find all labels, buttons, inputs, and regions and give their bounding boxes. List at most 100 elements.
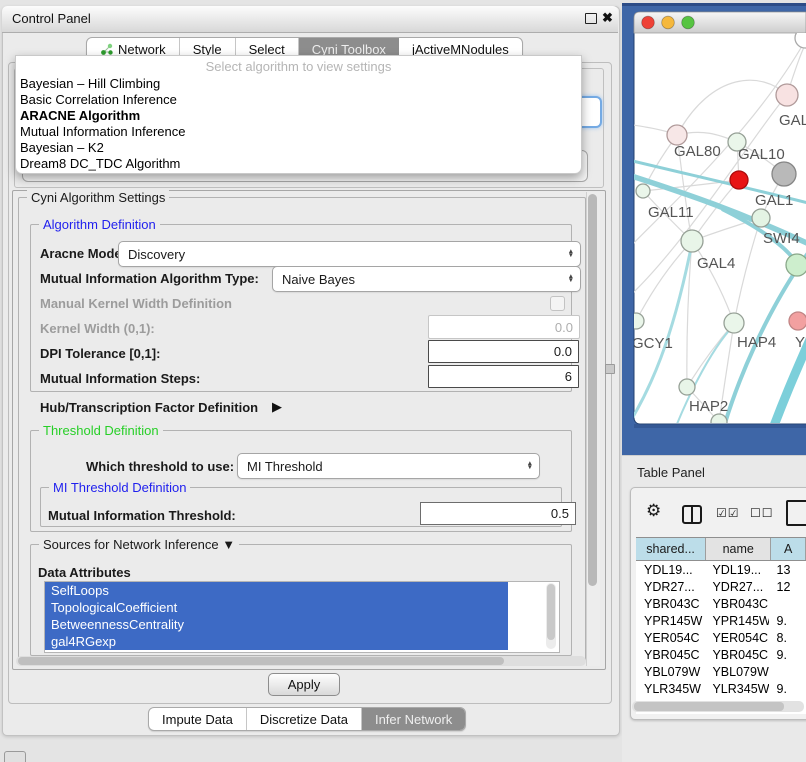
table-row[interactable]: YPR145WYPR145W9. (636, 612, 806, 629)
zoom-traffic-light[interactable] (682, 16, 695, 29)
node-hap2[interactable] (679, 379, 695, 395)
tab-label: Infer Network (375, 712, 452, 727)
minimize-traffic-light[interactable] (662, 16, 675, 29)
table-cell: YPR145W (636, 612, 704, 629)
data-attributes-list[interactable]: SelfLoopsTopologicalCoefficientBetweenne… (44, 581, 560, 653)
table-cell: YBR045C (636, 646, 704, 663)
settings-horizontal-scrollbar-thumb[interactable] (18, 657, 504, 665)
threshold-definition-title: Threshold Definition (39, 423, 163, 438)
table-cell: 8. (769, 629, 806, 646)
table-row[interactable]: YBR045CYBR045C9. (636, 646, 806, 663)
close-icon[interactable]: ✖ (602, 10, 613, 26)
sources-group-title[interactable]: Sources for Network Inference ▼ (39, 537, 239, 552)
node-swi4[interactable] (786, 254, 806, 276)
aracne-mode-value: Discovery (128, 247, 568, 262)
algorithm-dropdown-options: Bayesian – Hill ClimbingBasic Correlatio… (16, 76, 581, 172)
attribute-selfloops[interactable]: SelfLoops (45, 582, 508, 599)
attribute-topologicalcoefficient[interactable]: TopologicalCoefficient (45, 599, 508, 616)
column-header-shared[interactable]: shared... (636, 538, 706, 560)
table-horizontal-scrollbar-thumb[interactable] (634, 702, 784, 711)
tab-infer-network[interactable]: Infer Network (362, 708, 465, 730)
node-label-y: Y (795, 334, 805, 351)
dpi-tolerance-field[interactable]: 0.0 (428, 340, 579, 363)
table-cell: YBL079W (704, 663, 768, 680)
table-row[interactable]: YLR345WYLR345W9. (636, 680, 806, 697)
algorithm-option-bayesian-hill-climbing[interactable]: Bayesian – Hill Climbing (16, 76, 581, 92)
mutual-information-threshold-label: Mutual Information Threshold: (48, 508, 236, 523)
document-icon[interactable] (786, 500, 806, 526)
mi-threshold-definition-title: MI Threshold Definition (49, 480, 190, 495)
expand-arrow-icon[interactable]: ▶ (272, 399, 282, 415)
algorithm-option-basic-correlation-inference[interactable]: Basic Correlation Inference (16, 92, 581, 108)
attributes-list-scrollbar-thumb[interactable] (547, 584, 555, 640)
mutual-information-threshold-field[interactable]: 0.5 (420, 502, 576, 525)
node-label-gal80: GAL80 (674, 143, 721, 160)
bottom-tab-bar: Impute DataDiscretize Data Infer Network (148, 707, 466, 731)
node-pink-right[interactable] (789, 312, 806, 330)
settings-vertical-scrollbar-thumb[interactable] (588, 194, 597, 586)
table-cell: YPR145W (704, 612, 768, 629)
data-attributes-label: Data Attributes (38, 565, 131, 580)
manual-kernel-width-checkbox[interactable] (550, 296, 565, 311)
hub-transcription-factor-label: Hub/Transcription Factor Definition (40, 400, 258, 415)
mi-algorithm-type-value: Naive Bayes (282, 272, 568, 287)
split-columns-icon[interactable] (682, 505, 702, 524)
bottom-left-corner-button[interactable] (4, 751, 26, 762)
apply-button[interactable]: Apply (268, 673, 340, 696)
desktop-top-edge (622, 3, 806, 6)
close-traffic-light[interactable] (642, 16, 655, 29)
table-cell: YBR045C (704, 646, 768, 663)
node-label-swi4: SWI4 (763, 230, 800, 247)
table-cell: YBR043C (636, 595, 704, 612)
algorithm-definition-title: Algorithm Definition (39, 217, 160, 232)
node-gal11[interactable] (636, 184, 650, 198)
which-threshold-combobox[interactable]: MI Threshold ▲▼ (237, 453, 540, 479)
attribute-gal4rgexp[interactable]: gal4RGexp (45, 633, 508, 650)
mi-algorithm-type-combobox[interactable]: Naive Bayes ▲▼ (272, 266, 581, 292)
column-header-name[interactable]: name (706, 538, 771, 560)
network-icon (100, 43, 113, 56)
node-hap4[interactable] (724, 313, 744, 333)
kernel-width-field[interactable]: 0.0 (428, 315, 580, 339)
table-row[interactable]: YDL19...YDL19...13 (636, 561, 806, 578)
node-label-gal1: GAL1 (755, 192, 793, 209)
tab-impute-data[interactable]: Impute Data (149, 708, 247, 730)
algorithm-option-aracne-algorithm[interactable]: ARACNE Algorithm (16, 108, 581, 124)
algorithm-option-bayesian-k2[interactable]: Bayesian – K2 (16, 140, 581, 156)
window-shadow (634, 424, 806, 428)
node-red-node[interactable] (730, 171, 748, 189)
node-gray-node[interactable] (772, 162, 796, 186)
panel-splitter-handle[interactable] (605, 364, 615, 374)
node-gal80[interactable] (667, 125, 687, 145)
attribute-betweennesscentrality[interactable]: BetweennessCentrality (45, 616, 508, 633)
stepper-arrows-icon: ▲▼ (568, 275, 576, 284)
column-header-a[interactable]: A (771, 538, 806, 560)
gear-icon[interactable]: ⚙ (646, 501, 661, 521)
table-cell: YER054C (704, 629, 768, 646)
table-cell (769, 595, 806, 612)
algorithm-option-mutual-information-inference[interactable]: Mutual Information Inference (16, 124, 581, 140)
aracne-mode-label: Aracne Mode: (40, 246, 126, 261)
node-gal-partial[interactable] (776, 84, 798, 106)
algorithm-dropdown-popup: Select algorithm to view settings Bayesi… (15, 55, 582, 174)
network-window-titlebar[interactable] (634, 12, 806, 33)
float-window-icon[interactable] (585, 13, 597, 24)
table-row[interactable]: YBR043CYBR043C (636, 595, 806, 612)
table-cell: 9. (769, 646, 806, 663)
table-cell: YLR345W (636, 680, 704, 697)
table-row[interactable]: YBL079WYBL079W (636, 663, 806, 680)
table-cell: 9. (769, 612, 806, 629)
table-row[interactable]: YER054CYER054C8. (636, 629, 806, 646)
select-all-checks-icon[interactable]: ☑☑ (716, 506, 740, 520)
deselect-all-checks-icon[interactable]: ☐☐ (750, 506, 774, 520)
algorithm-option-dream8-dc-tdc-algorithm[interactable]: Dream8 DC_TDC Algorithm (16, 156, 581, 172)
mi-steps-field[interactable]: 6 (428, 365, 579, 388)
control-panel-titlebar[interactable] (2, 6, 618, 33)
tab-discretize-data[interactable]: Discretize Data (247, 708, 362, 730)
node-gal1[interactable] (752, 209, 770, 227)
node-gal4[interactable] (681, 230, 703, 252)
aracne-mode-combobox[interactable]: Discovery ▲▼ (118, 241, 581, 267)
table-cell: YDR27... (704, 578, 768, 595)
table-cell: 12 (769, 578, 806, 595)
table-row[interactable]: YDR27...YDR27...12 (636, 578, 806, 595)
